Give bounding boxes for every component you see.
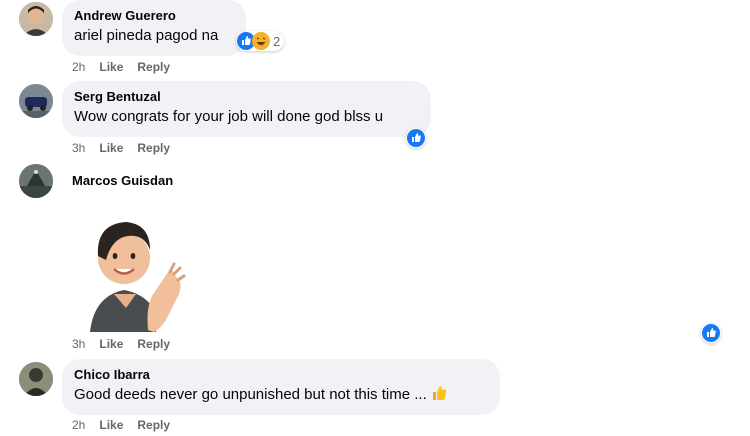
like-button[interactable]: Like: [99, 418, 123, 432]
like-icon: [702, 324, 720, 342]
comment-bubble: Serg Bentuzal Wow congrats for your job …: [62, 81, 431, 137]
comment-time[interactable]: 3h: [72, 141, 85, 155]
comment-text: ariel pineda pagod na: [74, 27, 219, 44]
comment-meta: 2h Like Reply: [72, 59, 184, 75]
comment-text: Good deeds never go unpunished but not t…: [74, 385, 488, 405]
comment-meta: 3h Like Reply: [72, 336, 184, 352]
comment-bubble: Chico Ibarra Good deeds never go unpunis…: [62, 359, 500, 415]
comment-time[interactable]: 2h: [72, 60, 85, 74]
reply-button[interactable]: Reply: [137, 141, 170, 155]
like-button[interactable]: Like: [99, 141, 123, 155]
comment-author[interactable]: Andrew Guerero: [74, 8, 234, 24]
avatar-andrew-guerero[interactable]: [19, 2, 53, 36]
comment-bubble: Andrew Guerero ariel pineda pagod na: [62, 0, 246, 56]
reaction-count: 2: [273, 33, 281, 49]
haha-icon: [252, 32, 270, 50]
reaction-summary[interactable]: [701, 323, 721, 343]
thumbs-up-emoji: [431, 385, 447, 401]
comment-time[interactable]: 2h: [72, 418, 85, 432]
like-button[interactable]: Like: [99, 337, 123, 351]
reply-button[interactable]: Reply: [137, 60, 170, 74]
comment-meta: 2h Like Reply: [72, 417, 184, 433]
comment-author[interactable]: Serg Bentuzal: [74, 89, 419, 105]
clapping-avatar-sticker: [84, 212, 188, 332]
reply-button[interactable]: Reply: [137, 337, 170, 351]
avatar-serg-bentuzal[interactable]: [19, 84, 53, 118]
reaction-summary[interactable]: 2: [236, 31, 285, 51]
reply-button[interactable]: Reply: [137, 418, 170, 432]
comment-meta: 3h Like Reply: [72, 140, 184, 156]
comment-author[interactable]: Marcos Guisdan: [72, 173, 173, 188]
comment-text: Wow congrats for your job will done god …: [74, 108, 384, 125]
like-button[interactable]: Like: [99, 60, 123, 74]
reaction-summary[interactable]: [406, 128, 426, 148]
like-icon: [407, 129, 425, 147]
comment-text-content: Good deeds never go unpunished but not t…: [74, 386, 427, 403]
comment-time[interactable]: 3h: [72, 337, 85, 351]
comment-author[interactable]: Chico Ibarra: [74, 367, 488, 383]
avatar-chico-ibarra[interactable]: [19, 362, 53, 396]
avatar-marcos-guisdan[interactable]: [19, 164, 53, 198]
